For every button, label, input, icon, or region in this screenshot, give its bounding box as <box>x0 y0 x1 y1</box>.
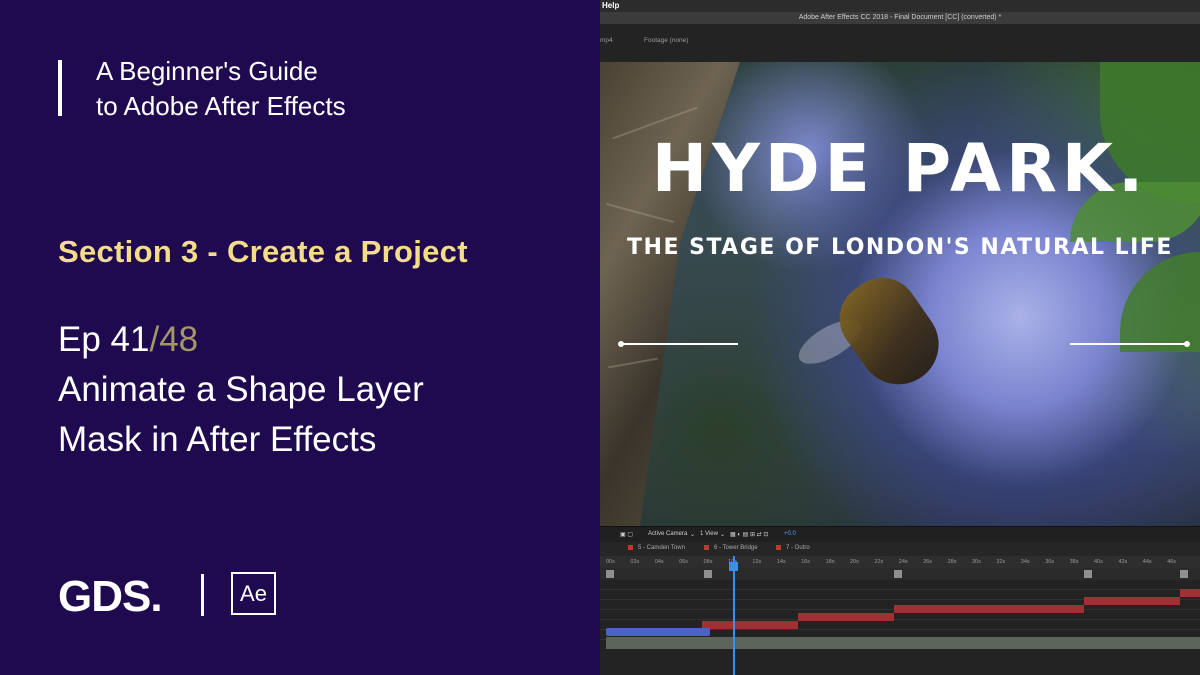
viewer-controls: ▣ ▢ Active Camera ⌄ 1 View ⌄ ▦ ◐ ▤ ⊞ ⇄ ⊡… <box>600 526 1200 543</box>
panel-tabs: mp4 Footage (none) <box>600 24 1200 63</box>
course-title: A Beginner's Guide to Adobe After Effect… <box>96 54 556 124</box>
promo-panel: A Beginner's Guide to Adobe After Effect… <box>0 0 600 675</box>
track-divider <box>600 619 1200 620</box>
viewer-options-icon[interactable]: ▣ ▢ <box>620 531 633 538</box>
accent-bar <box>58 60 62 116</box>
ruler-tick: 42s <box>1118 559 1128 565</box>
ruler-tick: 22s <box>874 559 884 565</box>
ruler-tick: 44s <box>1142 559 1152 565</box>
layer-bar[interactable] <box>702 621 798 629</box>
marker-swatch <box>776 545 781 550</box>
leaf-shape <box>1120 252 1200 352</box>
course-title-line1: A Beginner's Guide <box>96 56 318 86</box>
layer-bar[interactable] <box>798 613 894 621</box>
marker-keyframe[interactable] <box>894 570 902 578</box>
ruler-tick: 18s <box>825 559 835 565</box>
ruler-tick: 30s <box>972 559 981 565</box>
decor-line-right <box>1070 343 1186 345</box>
playhead-handle[interactable] <box>729 562 738 571</box>
ruler-tick: 08s <box>703 559 713 565</box>
gds-logo: GDS. <box>58 572 163 621</box>
ruler-tick: 26s <box>923 559 933 565</box>
decor-line-left <box>622 343 738 345</box>
time-ruler[interactable]: 00s02s04s06s08s10s12s14s16s18s20s22s24s2… <box>600 556 1200 568</box>
ruler-tick: 34s <box>1020 559 1030 565</box>
layer-bar-background[interactable] <box>606 637 1200 649</box>
ruler-tick: 14s <box>776 559 786 565</box>
layer-bar[interactable] <box>894 605 1084 613</box>
playhead[interactable] <box>733 556 735 675</box>
lesson-title-line2: Mask in After Effects <box>58 420 377 459</box>
ruler-tick: 24s <box>898 559 908 565</box>
ruler-tick: 16s <box>801 559 811 565</box>
ruler-tick: 46s <box>1167 559 1177 565</box>
layer-bar[interactable] <box>1084 597 1180 605</box>
view-layout-select[interactable]: 1 View <box>700 531 718 537</box>
composition-markers: 5 - Camden Town 6 - Tower Bridge 7 - Out… <box>600 542 1200 556</box>
course-title-line2: to Adobe After Effects <box>96 91 346 121</box>
menu-bar: Help <box>600 0 1200 12</box>
marker-camden-town[interactable]: 5 - Camden Town <box>628 545 685 551</box>
ruler-tick: 20s <box>850 559 859 565</box>
episode-number: Ep 41 <box>58 320 150 359</box>
bee <box>825 264 955 400</box>
track-divider <box>600 589 1200 590</box>
ruler-tick: 02s <box>630 559 640 565</box>
exposure-value[interactable]: +0.0 <box>784 531 796 537</box>
lesson-title: Animate a Shape Layer Mask in After Effe… <box>58 365 578 465</box>
ruler-tick: 36s <box>1045 559 1055 565</box>
section-title: Section 3 - Create a Project <box>58 234 468 269</box>
layer-tracks <box>600 580 1200 675</box>
ruler-tick: 00s <box>606 559 615 565</box>
marker-swatch <box>628 545 633 550</box>
marker-keyframe[interactable] <box>606 570 614 578</box>
keyframe-row <box>600 568 1200 580</box>
line-dot-right <box>1184 341 1190 347</box>
composition-viewer[interactable]: HYDE PARK. THE STAGE OF LONDON'S NATURAL… <box>600 62 1200 526</box>
lesson-title-line1: Animate a Shape Layer <box>58 370 424 409</box>
composition-title: HYDE PARK. <box>651 130 1149 207</box>
layer-bar-selected[interactable] <box>606 628 710 636</box>
chevron-down-icon[interactable]: ⌄ <box>720 531 725 538</box>
viewer-tools-icon[interactable]: ▦ ◐ ▤ ⊞ ⇄ ⊡ <box>730 531 768 538</box>
ruler-tick: 28s <box>947 559 957 565</box>
marker-keyframe[interactable] <box>704 570 712 578</box>
chevron-down-icon[interactable]: ⌄ <box>690 531 695 538</box>
camera-select[interactable]: Active Camera <box>648 531 687 537</box>
tab-footage[interactable]: Footage (none) <box>644 37 688 44</box>
marker-keyframe[interactable] <box>1180 570 1188 578</box>
marker-tower-bridge[interactable]: 6 - Tower Bridge <box>704 545 758 551</box>
marker-label: 7 - Outro <box>786 545 810 552</box>
layer-bar[interactable] <box>1180 589 1200 597</box>
ruler-tick: 38s <box>1069 559 1079 565</box>
episode-counter: Ep 41/48 <box>58 316 198 364</box>
ruler-tick: 12s <box>752 559 762 565</box>
composition-subtitle: THE STAGE OF LONDON'S NATURAL LIFE <box>627 235 1173 260</box>
window-title: Adobe After Effects CC 2018 - Final Docu… <box>600 12 1200 24</box>
ruler-tick: 06s <box>679 559 689 565</box>
ruler-tick: 04s <box>654 559 664 565</box>
episode-total: /48 <box>149 320 199 359</box>
after-effects-logo: Ae <box>231 572 276 615</box>
menu-help[interactable]: Help <box>602 0 619 12</box>
tab-composition-file[interactable]: mp4 <box>600 37 613 44</box>
marker-keyframe[interactable] <box>1084 570 1092 578</box>
ruler-tick: 40s <box>1094 559 1103 565</box>
marker-outro[interactable]: 7 - Outro <box>776 545 810 551</box>
marker-label: 6 - Tower Bridge <box>714 545 758 552</box>
logo-divider <box>201 574 204 616</box>
after-effects-window: Help Adobe After Effects CC 2018 - Final… <box>600 0 1200 675</box>
ruler-tick: 32s <box>996 559 1006 565</box>
marker-swatch <box>704 545 709 550</box>
marker-label: 5 - Camden Town <box>638 545 685 552</box>
